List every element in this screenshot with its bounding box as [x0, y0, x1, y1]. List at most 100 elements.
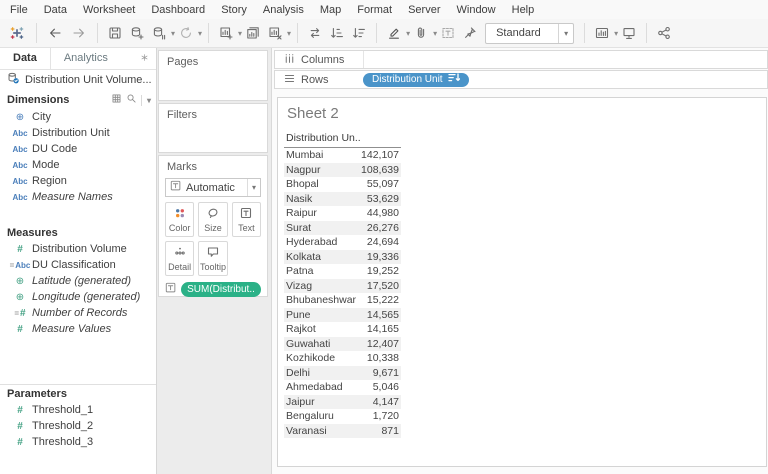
value-cell[interactable]: 55,097: [367, 178, 399, 190]
value-cell[interactable]: 4,147: [373, 396, 399, 408]
dimension-cell[interactable]: Surat: [286, 222, 311, 234]
dimension-cell[interactable]: Rajkot: [286, 323, 316, 335]
field-number-of-records[interactable]: =# Number of Records: [0, 305, 156, 321]
menu-story[interactable]: Story: [213, 2, 255, 18]
dimension-cell[interactable]: Mumbai: [286, 149, 323, 161]
menu-window[interactable]: Window: [449, 2, 504, 18]
columns-shelf[interactable]: Columns: [274, 50, 768, 69]
mark-type-dropdown[interactable]: Automatic ▾: [165, 178, 261, 197]
table-row[interactable]: Hyderabad 24,694: [284, 235, 401, 250]
menu-worksheet[interactable]: Worksheet: [75, 2, 143, 18]
field-distribution-volume[interactable]: # Distribution Volume: [0, 241, 156, 257]
field-measure-names[interactable]: Abc Measure Names: [0, 189, 156, 205]
table-row[interactable]: Nasik 53,629: [284, 191, 401, 206]
rows-shelf[interactable]: Rows Distribution Unit: [274, 70, 768, 89]
table-row[interactable]: Raipur 44,980: [284, 206, 401, 221]
tableau-logo-icon[interactable]: [4, 21, 30, 45]
table-column-header[interactable]: Distribution Un..: [284, 132, 401, 148]
format-links-button[interactable]: [410, 23, 432, 43]
dimension-cell[interactable]: Bhubaneshwar: [286, 294, 356, 306]
detail-button[interactable]: Detail: [165, 241, 195, 276]
fit-selector[interactable]: Standard ▾: [485, 22, 575, 44]
run-update-button[interactable]: [175, 23, 197, 43]
table-row[interactable]: Varanasi 871: [284, 423, 401, 438]
view-as-grid-icon[interactable]: [111, 93, 122, 107]
value-cell[interactable]: 19,336: [367, 251, 399, 263]
sort-descending-icon[interactable]: [447, 73, 460, 86]
dimension-cell[interactable]: Nasik: [286, 193, 312, 205]
value-cell[interactable]: 14,565: [367, 309, 399, 321]
fix-axes-button[interactable]: [459, 23, 481, 43]
chevron-down-icon[interactable]: ▾: [198, 29, 202, 38]
chevron-down-icon[interactable]: ▾: [246, 179, 260, 196]
menu-help[interactable]: Help: [504, 2, 543, 18]
dimension-cell[interactable]: Vizag: [286, 280, 312, 292]
undo-button[interactable]: [43, 23, 67, 43]
table-row[interactable]: Delhi 9,671: [284, 365, 401, 380]
dimension-cell[interactable]: Pune: [286, 309, 311, 321]
value-cell[interactable]: 53,629: [367, 193, 399, 205]
table-row[interactable]: Bhopal 55,097: [284, 177, 401, 192]
menu-analysis[interactable]: Analysis: [255, 2, 312, 18]
pages-shelf[interactable]: Pages: [158, 50, 268, 101]
measure-pill[interactable]: SUM(Distribut..: [181, 282, 261, 297]
sort-descending-button[interactable]: [348, 23, 370, 43]
value-cell[interactable]: 1,720: [373, 410, 399, 422]
save-button[interactable]: [104, 23, 126, 43]
value-cell[interactable]: 26,276: [367, 222, 399, 234]
dimension-cell[interactable]: Patna: [286, 265, 313, 277]
dimension-cell[interactable]: Kolkata: [286, 251, 321, 263]
swap-rows-columns-button[interactable]: [304, 23, 326, 43]
menu-server[interactable]: Server: [400, 2, 448, 18]
dimension-cell[interactable]: Ahmedabad: [286, 381, 343, 393]
chevron-down-icon[interactable]: ▾: [147, 96, 151, 105]
menu-map[interactable]: Map: [312, 2, 349, 18]
size-button[interactable]: Size: [198, 202, 228, 237]
show-me-button[interactable]: [591, 23, 613, 43]
value-cell[interactable]: 19,252: [367, 265, 399, 277]
table-row[interactable]: Rajkot 14,165: [284, 322, 401, 337]
value-cell[interactable]: 44,980: [367, 207, 399, 219]
new-datasource-button[interactable]: [126, 23, 148, 43]
dimension-cell[interactable]: Varanasi: [286, 425, 327, 437]
menu-data[interactable]: Data: [36, 2, 75, 18]
field-mode[interactable]: Abc Mode: [0, 157, 156, 173]
value-cell[interactable]: 12,407: [367, 338, 399, 350]
highlight-button[interactable]: [383, 23, 405, 43]
dimension-cell[interactable]: Jaipur: [286, 396, 315, 408]
field-measure-values[interactable]: # Measure Values: [0, 321, 156, 337]
value-cell[interactable]: 871: [381, 425, 399, 437]
field-du-code[interactable]: Abc DU Code: [0, 141, 156, 157]
dimension-cell[interactable]: Nagpur: [286, 164, 320, 176]
duplicate-sheet-button[interactable]: [242, 23, 264, 43]
chevron-down-icon[interactable]: ▾: [287, 29, 291, 38]
value-cell[interactable]: 142,107: [361, 149, 399, 161]
field-du-classification[interactable]: =Abc DU Classification: [0, 257, 156, 273]
dimension-cell[interactable]: Raipur: [286, 207, 317, 219]
dimension-cell[interactable]: Bhopal: [286, 178, 319, 190]
table-row[interactable]: Bhubaneshwar 15,222: [284, 293, 401, 308]
clear-sheet-button[interactable]: [264, 23, 286, 43]
value-cell[interactable]: 9,671: [373, 367, 399, 379]
tab-analytics[interactable]: Analytics: [49, 48, 121, 69]
tooltip-button[interactable]: Tooltip: [198, 241, 228, 276]
menu-dashboard[interactable]: Dashboard: [143, 2, 213, 18]
table-row[interactable]: Nagpur 108,639: [284, 162, 401, 177]
field-city[interactable]: ⊕ City: [0, 109, 156, 125]
value-cell[interactable]: 24,694: [367, 236, 399, 248]
value-cell[interactable]: 14,165: [367, 323, 399, 335]
chevron-down-icon[interactable]: ▾: [558, 23, 573, 43]
text-button[interactable]: Text: [231, 202, 261, 237]
table-row[interactable]: Jaipur 4,147: [284, 394, 401, 409]
tab-data[interactable]: Data: [0, 48, 50, 69]
field-region[interactable]: Abc Region: [0, 173, 156, 189]
dimension-cell[interactable]: Delhi: [286, 367, 310, 379]
menu-format[interactable]: Format: [349, 2, 400, 18]
search-icon[interactable]: [126, 93, 137, 107]
value-cell[interactable]: 108,639: [361, 164, 399, 176]
value-cell[interactable]: 15,222: [367, 294, 399, 306]
share-button[interactable]: [653, 23, 675, 43]
new-worksheet-button[interactable]: [215, 23, 237, 43]
presentation-mode-button[interactable]: [618, 23, 640, 43]
pane-menu-icon[interactable]: [140, 48, 156, 69]
